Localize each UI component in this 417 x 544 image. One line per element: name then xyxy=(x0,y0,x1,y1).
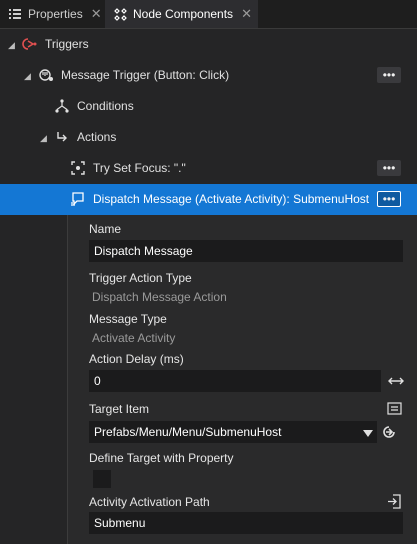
define-target-checkbox[interactable] xyxy=(93,470,111,488)
tree-item-label: Try Set Focus: "." xyxy=(93,161,186,175)
conditions-icon xyxy=(54,98,70,114)
define-target-label: Define Target with Property xyxy=(89,451,234,465)
close-icon[interactable]: ✕ xyxy=(91,6,102,22)
action-delay-field[interactable]: 0 xyxy=(89,370,381,392)
properties-panel: Name Dispatch Message Trigger Action Typ… xyxy=(67,215,417,544)
actions-icon xyxy=(54,129,70,145)
tree-item-label: Dispatch Message (Activate Activity): Su… xyxy=(93,192,370,206)
target-item-value: Prefabs/Menu/Menu/SubmenuHost xyxy=(94,425,282,439)
expand-arrow-icon[interactable]: ◢ xyxy=(40,134,48,143)
tab-bar: Properties ✕ Node Components ✕ xyxy=(0,0,417,29)
more-options-button[interactable]: ••• xyxy=(377,160,401,176)
more-options-button[interactable]: ••• xyxy=(377,67,401,83)
tree-item-message-trigger[interactable]: ◢ Message Trigger (Button: Click) ••• xyxy=(0,60,417,91)
tree-item-try-set-focus[interactable]: Try Set Focus: "." ••• xyxy=(0,153,417,184)
tree-item-dispatch-message[interactable]: Dispatch Message (Activate Activity): Su… xyxy=(0,184,417,215)
list-icon xyxy=(8,7,22,21)
dispatch-message-icon xyxy=(70,191,86,207)
tree-item-label: Conditions xyxy=(77,99,134,113)
tab-label: Properties xyxy=(28,7,83,21)
bind-property-icon[interactable] xyxy=(386,493,402,509)
tree-item-label: Message Trigger (Button: Click) xyxy=(61,68,230,82)
name-field[interactable]: Dispatch Message xyxy=(89,240,403,262)
focus-icon xyxy=(70,160,86,176)
tab-node-components[interactable]: Node Components ✕ xyxy=(105,0,258,28)
tab-label: Node Components xyxy=(133,7,234,21)
action-delay-label: Action Delay (ms) xyxy=(89,352,184,366)
target-item-label: Target Item xyxy=(89,402,150,416)
components-icon xyxy=(113,7,127,21)
trigger-action-type-value: Dispatch Message Action xyxy=(92,290,227,304)
activity-path-label: Activity Activation Path xyxy=(89,495,210,509)
more-options-button[interactable]: ••• xyxy=(377,191,401,207)
triggers-icon xyxy=(22,36,38,52)
tab-properties[interactable]: Properties ✕ xyxy=(0,0,105,28)
drag-resize-icon[interactable] xyxy=(388,373,404,389)
name-label: Name xyxy=(89,222,122,236)
navigate-to-icon[interactable] xyxy=(381,424,397,440)
tree-item-conditions[interactable]: Conditions xyxy=(0,91,417,122)
tree-item-triggers[interactable]: ◢ Triggers xyxy=(0,29,417,60)
activity-path-field[interactable]: Submenu xyxy=(89,512,403,534)
tree-item-label: Triggers xyxy=(45,37,89,51)
tree-item-actions[interactable]: ◢ Actions xyxy=(0,122,417,153)
expand-arrow-icon[interactable]: ◢ xyxy=(8,41,16,50)
close-icon[interactable]: ✕ xyxy=(241,6,252,22)
message-type-value: Activate Activity xyxy=(92,331,176,345)
target-item-select[interactable]: Prefabs/Menu/Menu/SubmenuHost xyxy=(89,421,377,443)
message-type-label: Message Type xyxy=(89,312,167,326)
trigger-action-type-label: Trigger Action Type xyxy=(89,271,192,285)
tree-item-label: Actions xyxy=(77,130,117,144)
message-trigger-icon xyxy=(38,67,54,83)
expand-arrow-icon[interactable]: ◢ xyxy=(24,72,32,81)
picker-icon[interactable] xyxy=(386,400,402,416)
chevron-down-icon xyxy=(363,427,373,441)
